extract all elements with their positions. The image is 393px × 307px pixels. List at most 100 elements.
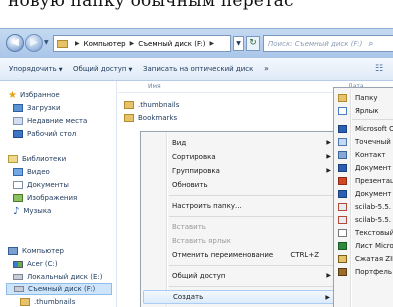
breadcrumb-removable-drive[interactable]: Съемный диск (F:) [138, 40, 205, 48]
nav-music[interactable]: ♪ Музыка [13, 205, 51, 217]
nav-favorites[interactable]: ★ Избранное [8, 89, 60, 101]
caption-text-area: новую папку обычным перетас [0, 0, 393, 28]
new-zip-folder-item[interactable]: Сжатая ZIP [336, 252, 393, 265]
folder-icon [20, 298, 30, 306]
file-row[interactable]: .thumbnails [118, 99, 179, 111]
nav-recent-places[interactable]: Недавние места [13, 115, 87, 127]
nav-downloads[interactable]: Загрузки [13, 102, 61, 114]
menu-separator [169, 286, 335, 287]
search-icon[interactable]: ⌕ [368, 39, 373, 49]
nav-drive-c[interactable]: Acer (C:) [13, 258, 58, 270]
new-document-item[interactable]: Документ [336, 187, 393, 200]
libraries-icon [8, 155, 18, 163]
back-button[interactable]: ◀ [6, 34, 24, 52]
images-library-icon [13, 194, 23, 202]
address-bar-area: ◀ ▶ ▼ ▶ Компьютер ▶ Съемный диск (F:) ▶ … [0, 28, 393, 58]
new-presentation-item[interactable]: Презентац [336, 174, 393, 187]
menu-item-sort[interactable]: Сортировка ▶ [143, 150, 337, 164]
navigation-pane: ★ Избранное Загрузки Недавние места Рабо… [0, 81, 117, 307]
caption-text: новую папку обычным перетас [8, 0, 294, 11]
drive-icon [57, 39, 68, 48]
nav-video[interactable]: Видео [13, 166, 50, 178]
share-button[interactable]: Общий доступ ▼ [73, 65, 132, 73]
nav-thumbnails-folder[interactable]: .thumbnails [20, 296, 75, 307]
new-folder-item[interactable]: Папку [336, 91, 393, 104]
new-scilab-item[interactable]: scilab-5.5. [336, 200, 393, 213]
new-contact-item[interactable]: Контакт [336, 148, 393, 161]
menu-item-paste[interactable]: Вставить [143, 220, 337, 234]
burn-button[interactable]: Записать на оптический диск [143, 65, 253, 73]
new-document-item[interactable]: Документ [336, 161, 393, 174]
scilab-icon [338, 216, 347, 224]
folder-icon [338, 94, 347, 102]
new-word-document-item[interactable]: Microsoft O [336, 122, 393, 135]
bitmap-icon [338, 138, 347, 146]
column-header-name[interactable]: Имя [148, 83, 161, 90]
menu-item-share[interactable]: Общий доступ ▶ [143, 269, 337, 283]
presentation-icon [338, 177, 347, 185]
excel-icon [338, 242, 347, 250]
text-icon [338, 229, 347, 237]
submenu-arrow-icon: ▶ [326, 272, 331, 279]
document-icon [338, 164, 347, 172]
organize-button[interactable]: Упорядочить ▼ [9, 65, 63, 73]
music-icon: ♪ [13, 205, 20, 217]
forward-button[interactable]: ▶ [25, 34, 43, 52]
menu-separator [169, 216, 335, 217]
recent-pages-dropdown[interactable]: ▼ [44, 39, 49, 46]
removable-drive-icon [14, 286, 24, 292]
drive-icon [13, 274, 23, 280]
dropdown-arrow-icon: ▼ [58, 67, 63, 73]
documents-library-icon [13, 181, 23, 189]
menu-item-group[interactable]: Группировка ▶ [143, 164, 337, 178]
downloads-folder-icon [13, 104, 23, 112]
new-briefcase-item[interactable]: Портфель [336, 265, 393, 278]
nav-libraries[interactable]: Библиотеки [8, 153, 66, 165]
view-options-icon[interactable]: ☷ [375, 64, 383, 74]
more-commands-button[interactable]: » [264, 64, 269, 73]
chevron-right-icon[interactable]: ▶ [75, 40, 80, 47]
menu-item-paste-shortcut[interactable]: Вставить ярлык [143, 234, 337, 248]
menu-item-undo-rename[interactable]: Отменить переименование CTRL+Z [143, 248, 337, 262]
zip-icon [338, 255, 347, 263]
search-input[interactable]: Поиск: Съемный диск (F:) ⌕ [263, 35, 393, 52]
file-row[interactable]: Bookmarks [118, 112, 177, 124]
submenu-arrow-icon: ▶ [326, 153, 331, 160]
nav-documents[interactable]: Документы [13, 179, 69, 191]
folder-icon [124, 101, 134, 109]
breadcrumb-computer[interactable]: Компьютер [84, 40, 126, 48]
new-bitmap-item[interactable]: Точечный [336, 135, 393, 148]
scilab-icon [338, 203, 347, 211]
new-scilab-item[interactable]: scilab-5.5. [336, 213, 393, 226]
command-toolbar: Упорядочить ▼ Общий доступ ▼ Записать на о… [0, 58, 393, 81]
new-text-document-item[interactable]: Текстовый [336, 226, 393, 239]
address-field[interactable]: ▶ Компьютер ▶ Съемный диск (F:) ▶ [53, 35, 231, 52]
refresh-button[interactable]: ↻ [246, 36, 260, 51]
shortcut-icon [338, 107, 347, 115]
search-placeholder: Поиск: Съемный диск (F:) [268, 39, 363, 48]
new-shortcut-item[interactable]: Ярлык [336, 104, 393, 117]
nav-computer[interactable]: Компьютер [8, 245, 64, 257]
nav-drive-e[interactable]: Локальный диск (E:) [13, 271, 102, 283]
chevron-right-icon[interactable]: ▶ [210, 40, 215, 47]
nav-images[interactable]: Изображения [13, 192, 77, 204]
menu-item-customize-folder[interactable]: Настроить папку... [143, 199, 337, 213]
contact-icon [338, 151, 347, 159]
menu-separator [169, 195, 335, 196]
system-drive-icon [13, 260, 23, 268]
submenu-arrow-icon: ▶ [326, 139, 331, 146]
menu-item-new[interactable]: Создать ▶ [143, 290, 337, 304]
briefcase-icon [338, 268, 347, 276]
nav-desktop[interactable]: Рабочий стол [13, 128, 76, 140]
address-history-dropdown[interactable]: ▼ [233, 36, 244, 51]
menu-item-view[interactable]: Вид ▶ [143, 136, 337, 150]
new-submenu: Папку Ярлык Microsoft O Точечный Контакт… [333, 87, 393, 307]
computer-icon [8, 247, 18, 255]
chevron-right-icon[interactable]: ▶ [130, 40, 135, 47]
new-excel-sheet-item[interactable]: Лист Micro [336, 239, 393, 252]
submenu-arrow-icon: ▶ [325, 294, 330, 301]
word-icon [338, 125, 347, 133]
nav-drive-f[interactable]: Съемный диск (F:) [6, 283, 112, 295]
menu-item-refresh[interactable]: Обновить [143, 178, 337, 192]
star-icon: ★ [8, 89, 17, 101]
